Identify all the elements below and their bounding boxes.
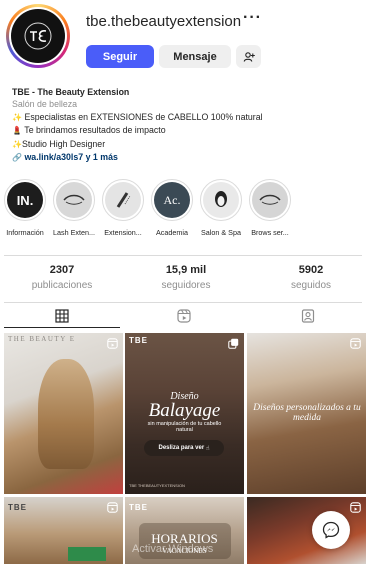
message-button[interactable]: Mensaje bbox=[159, 45, 231, 68]
tab-grid[interactable] bbox=[4, 304, 120, 328]
highlight-salon-spa[interactable]: Salon & Spa bbox=[197, 179, 245, 237]
stat-posts: 2307 publicaciones bbox=[31, 264, 93, 291]
post-item[interactable]: THE BEAUTY E bbox=[4, 333, 123, 494]
carousel-icon bbox=[228, 338, 239, 349]
sparkles-icon: ✨ bbox=[12, 112, 22, 122]
highlight-brows[interactable]: Brows ser... bbox=[246, 179, 294, 237]
stat-following[interactable]: 5902 seguidos bbox=[261, 264, 361, 291]
reels-icon bbox=[177, 309, 191, 323]
face-icon bbox=[203, 182, 239, 218]
bio-link-row[interactable]: 🔗 wa.link/a30ls7 y 1 más bbox=[12, 151, 362, 164]
reels-icon bbox=[350, 338, 361, 349]
post-item[interactable]: TBE Diseño Balayage sin manipulación de … bbox=[125, 333, 244, 494]
more-horizontal-icon[interactable]: ··· bbox=[243, 9, 262, 27]
link-icon: 🔗 bbox=[12, 153, 22, 163]
highlight-extensions[interactable]: Extension... bbox=[99, 179, 147, 237]
post-item[interactable]: TBE bbox=[4, 497, 123, 564]
comb-icon bbox=[105, 182, 141, 218]
divider bbox=[4, 302, 362, 303]
in-logo-icon: IN. bbox=[7, 182, 43, 218]
bio-link[interactable]: wa.link/a30ls7 y 1 más bbox=[24, 152, 117, 162]
tab-tagged[interactable] bbox=[250, 304, 366, 328]
eye-icon bbox=[56, 182, 92, 218]
bio-line: ✨Studio High Designer bbox=[12, 138, 362, 151]
profile-avatar[interactable] bbox=[6, 4, 70, 68]
post-item[interactable]: Diseños personalizados a tu medida bbox=[247, 333, 366, 494]
sparkles-icon: ✨ bbox=[12, 139, 22, 149]
profile-name: TBE - The Beauty Extension bbox=[12, 87, 130, 97]
follow-button[interactable]: Seguir bbox=[86, 45, 154, 68]
bio-line: ✨ Especialistas en EXTENSIONES de CABELL… bbox=[12, 111, 362, 124]
bio-line: 💄 Te brindamos resultados de impacto bbox=[12, 124, 362, 137]
grid-icon bbox=[55, 308, 69, 323]
profile-username: tbe.thebeautyextension bbox=[86, 13, 242, 30]
reels-icon bbox=[107, 338, 118, 349]
messenger-button[interactable] bbox=[312, 511, 350, 549]
tab-reels[interactable] bbox=[126, 304, 242, 328]
hand-icon: ☝ bbox=[205, 445, 210, 452]
post-cta: Desliza para ver ☝ bbox=[144, 440, 224, 456]
ac-logo-icon: Ac. bbox=[154, 182, 190, 218]
add-person-button[interactable] bbox=[236, 45, 261, 68]
eye-icon bbox=[252, 182, 288, 218]
reels-icon bbox=[107, 502, 118, 513]
stat-followers[interactable]: 15,9 mil seguidores bbox=[136, 264, 236, 291]
highlight-informacion[interactable]: IN. Información bbox=[1, 179, 49, 237]
windows-activation-watermark: Activar Windows bbox=[132, 543, 214, 555]
lipstick-icon: 💄 bbox=[12, 126, 22, 136]
profile-category: Salón de belleza bbox=[12, 99, 78, 110]
profile-bio: TBE - The Beauty Extension Salón de bell… bbox=[12, 86, 362, 164]
tbe-logo-icon bbox=[11, 9, 65, 63]
tagged-icon bbox=[301, 309, 315, 323]
highlight-lash-extensions[interactable]: Lash Exten... bbox=[50, 179, 98, 237]
add-person-icon bbox=[243, 51, 255, 62]
highlight-academia[interactable]: Ac. Academia bbox=[148, 179, 196, 237]
messenger-icon bbox=[322, 521, 340, 539]
divider bbox=[4, 255, 362, 256]
reels-icon bbox=[350, 502, 361, 513]
